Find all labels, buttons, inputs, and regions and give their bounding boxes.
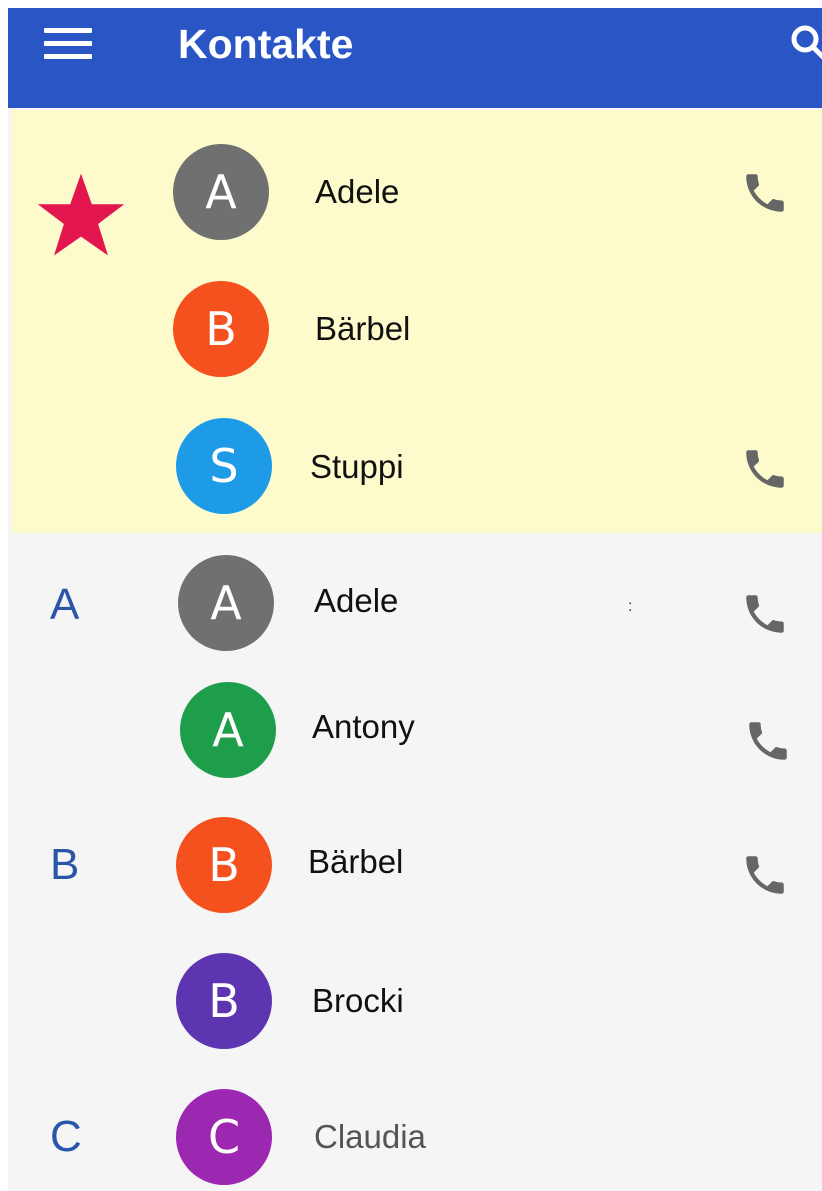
contact-name: Adele bbox=[314, 582, 399, 619]
avatar: B bbox=[173, 281, 269, 377]
avatar: A bbox=[180, 682, 276, 778]
artifact-mark: : bbox=[628, 598, 633, 615]
phone-icon[interactable] bbox=[740, 444, 790, 494]
avatar: C bbox=[176, 1089, 272, 1185]
avatar: S bbox=[176, 418, 272, 514]
contact-row[interactable]: C Claudia bbox=[8, 1080, 822, 1191]
contact-name: Antony bbox=[312, 708, 415, 745]
phone-icon[interactable] bbox=[740, 589, 790, 639]
avatar: A bbox=[178, 555, 274, 651]
phone-icon[interactable] bbox=[740, 168, 790, 218]
phone-icon[interactable] bbox=[740, 850, 790, 900]
contacts-screen: Kontakte A Adele B Bärbel S Stuppi A A A… bbox=[8, 8, 822, 1191]
contact-name: Bärbel bbox=[315, 310, 411, 347]
page-title: Kontakte bbox=[178, 21, 354, 67]
app-bar: Kontakte bbox=[8, 8, 822, 108]
avatar: B bbox=[176, 953, 272, 1049]
favorite-contact-row[interactable]: S Stuppi bbox=[8, 408, 822, 528]
contact-row[interactable]: A Adele bbox=[8, 543, 822, 663]
contact-name: Brocki bbox=[312, 982, 404, 1019]
contact-name: Bärbel bbox=[308, 843, 404, 880]
contact-name: Adele bbox=[315, 173, 400, 210]
contact-row[interactable]: B Brocki bbox=[8, 945, 822, 1065]
menu-icon[interactable] bbox=[44, 28, 92, 60]
phone-icon[interactable] bbox=[743, 716, 793, 766]
contact-name: Claudia bbox=[314, 1118, 426, 1155]
contact-row[interactable]: B Bärbel bbox=[8, 808, 822, 928]
avatar: B bbox=[176, 817, 272, 913]
favorite-contact-row[interactable]: B Bärbel bbox=[8, 270, 822, 390]
contact-row[interactable]: A Antony bbox=[8, 676, 822, 796]
favorite-contact-row[interactable]: A Adele bbox=[8, 133, 822, 253]
search-icon[interactable] bbox=[788, 22, 822, 62]
avatar: A bbox=[173, 144, 269, 240]
contact-name: Stuppi bbox=[310, 448, 404, 485]
